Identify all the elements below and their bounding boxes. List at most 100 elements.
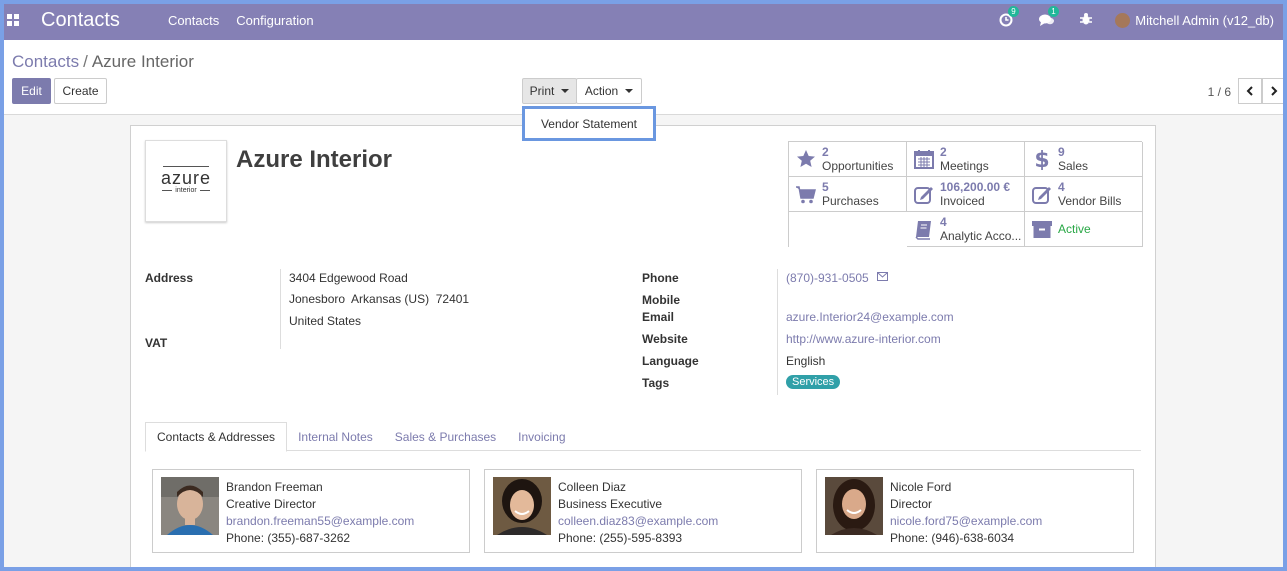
main-menu: Contacts Configuration [168,13,331,28]
app-title: Contacts [41,8,120,31]
logo-main-text: azure [160,168,212,188]
phone-link[interactable]: (870)-931-0505 [786,271,869,285]
tag-badge[interactable]: Services [786,375,841,389]
debug-bug-icon[interactable] [1079,12,1095,28]
stat-empty-slot [789,212,907,247]
email-label: Email [642,310,675,324]
svg-text:$: $ [1034,148,1049,170]
envelope-icon[interactable] [877,272,888,281]
print-label: Print [529,84,555,98]
company-logo[interactable]: azure interior [145,140,227,222]
logo-rule [163,166,209,167]
tags-label: Tags [642,376,670,390]
language-value: English [786,354,826,368]
breadcrumb-separator: / [83,52,88,71]
stat-active-toggle[interactable]: Active [1025,212,1143,247]
address-label: Address [145,271,194,285]
stat-meetings[interactable]: 2 Meetings [907,142,1025,177]
tab-invoicing[interactable]: Invoicing [507,422,576,451]
contact-card[interactable]: Colleen Diaz Business Executive colleen.… [484,469,802,553]
edit-button[interactable]: Edit [12,78,51,104]
chevron-left-icon [1246,86,1253,96]
stat-vendor-bills[interactable]: 4 Vendor Bills [1025,177,1143,212]
contact-photo [825,477,883,535]
contact-card[interactable]: Nicole Ford Director nicole.ford75@examp… [816,469,1134,553]
caret-down-icon [625,89,634,93]
stat-invoiced[interactable]: 106,200.00 € Invoiced [907,177,1025,212]
mobile-label: Mobile [642,293,680,307]
contact-title: Creative Director [226,497,317,511]
user-name: Mitchell Admin (v12_db) [1135,12,1274,28]
contact-photo [493,477,551,535]
breadcrumb: Contacts / Azure Interior [12,52,194,72]
book-icon [915,221,931,240]
website-label: Website [642,332,688,346]
contact-name: Colleen Diaz [558,480,627,494]
contact-name: Nicole Ford [890,480,952,494]
record-title: Azure Interior [236,146,393,173]
vat-label: VAT [145,336,168,350]
contact-photo [161,477,219,535]
tab-sales-purchases[interactable]: Sales & Purchases [384,422,507,451]
cart-icon [796,186,816,204]
pager-previous-button[interactable] [1238,78,1262,104]
dollar-icon: $ [1034,148,1049,170]
archive-icon [1032,221,1052,238]
phone-label: Phone [642,271,679,285]
star-icon [797,150,815,167]
contact-title: Business Executive [558,497,663,511]
create-button[interactable]: Create [54,78,107,104]
smart-buttons: 2 Opportunities 2 Meetings $ 9 Sales 5 Purch… [788,141,1143,247]
breadcrumb-current: Azure Interior [91,52,194,71]
email-link[interactable]: azure.Interior24@example.com [786,310,954,324]
contact-title: Director [890,497,933,511]
print-button[interactable]: Print [522,78,577,104]
contact-phone: Phone: (355)-687-3262 [226,531,351,545]
stat-purchases[interactable]: 5 Purchases [789,177,907,212]
language-label: Language [642,354,699,368]
pencil-square-icon [914,187,933,204]
print-dropdown: Vendor Statement [522,106,656,141]
top-navbar: Contacts Contacts Configuration 9 1 Mitc… [0,0,1287,40]
caret-down-icon [561,89,570,93]
activity-badge: 9 [1008,6,1019,17]
stat-analytic-accounts[interactable]: 4 Analytic Acco... [907,212,1025,247]
contact-name: Brandon Freeman [226,480,323,494]
breadcrumb-contacts[interactable]: Contacts [12,52,79,71]
tab-contacts-addresses[interactable]: Contacts & Addresses [145,422,288,452]
stat-sales[interactable]: $ 9 Sales [1025,142,1143,177]
form-sheet: azure interior Azure Interior 2 Opportuni… [130,125,1156,571]
contact-phone: Phone: (946)-638-6034 [890,531,1015,545]
website-link[interactable]: http://www.azure-interior.com [786,332,941,346]
messages-badge: 1 [1048,6,1059,17]
contact-email[interactable]: brandon.freeman55@example.com [226,513,414,530]
menu-configuration[interactable]: Configuration [236,13,313,28]
logo-sub-text: interior [162,187,210,194]
notebook-tabs: Contacts & Addresses Internal Notes Sale… [145,422,1141,452]
address-street: 3404 Edgewood Road [289,271,408,285]
stat-opportunities[interactable]: 2 Opportunities [789,142,907,177]
action-button[interactable]: Action [576,78,642,104]
calendar-icon [914,150,934,169]
pencil-square-icon [1032,187,1051,204]
address-country: United States [289,314,362,328]
contact-card[interactable]: Brandon Freeman Creative Director brando… [152,469,470,553]
activity-icon[interactable]: 9 [999,6,1019,28]
field-separator [777,269,778,395]
pager-value[interactable]: 1 / 6 [1208,85,1231,99]
menu-item-vendor-statement[interactable]: Vendor Statement [541,117,637,131]
chevron-right-icon [1271,86,1278,96]
contact-email[interactable]: colleen.diaz83@example.com [558,513,718,530]
tab-internal-notes[interactable]: Internal Notes [287,422,384,451]
apps-menu-icon[interactable] [7,13,20,27]
action-label: Action [584,84,619,98]
user-avatar [1115,12,1131,28]
pager-next-button[interactable] [1262,78,1286,104]
user-menu[interactable]: Mitchell Admin (v12_db) [1115,12,1274,28]
address-city: Jonesboro Arkansas (US) 72401 [289,292,470,306]
contact-phone: Phone: (255)-595-8393 [558,531,683,545]
menu-contacts[interactable]: Contacts [168,13,219,28]
field-separator [280,269,281,349]
contact-email[interactable]: nicole.ford75@example.com [890,513,1042,530]
messages-icon[interactable]: 1 [1039,6,1059,28]
